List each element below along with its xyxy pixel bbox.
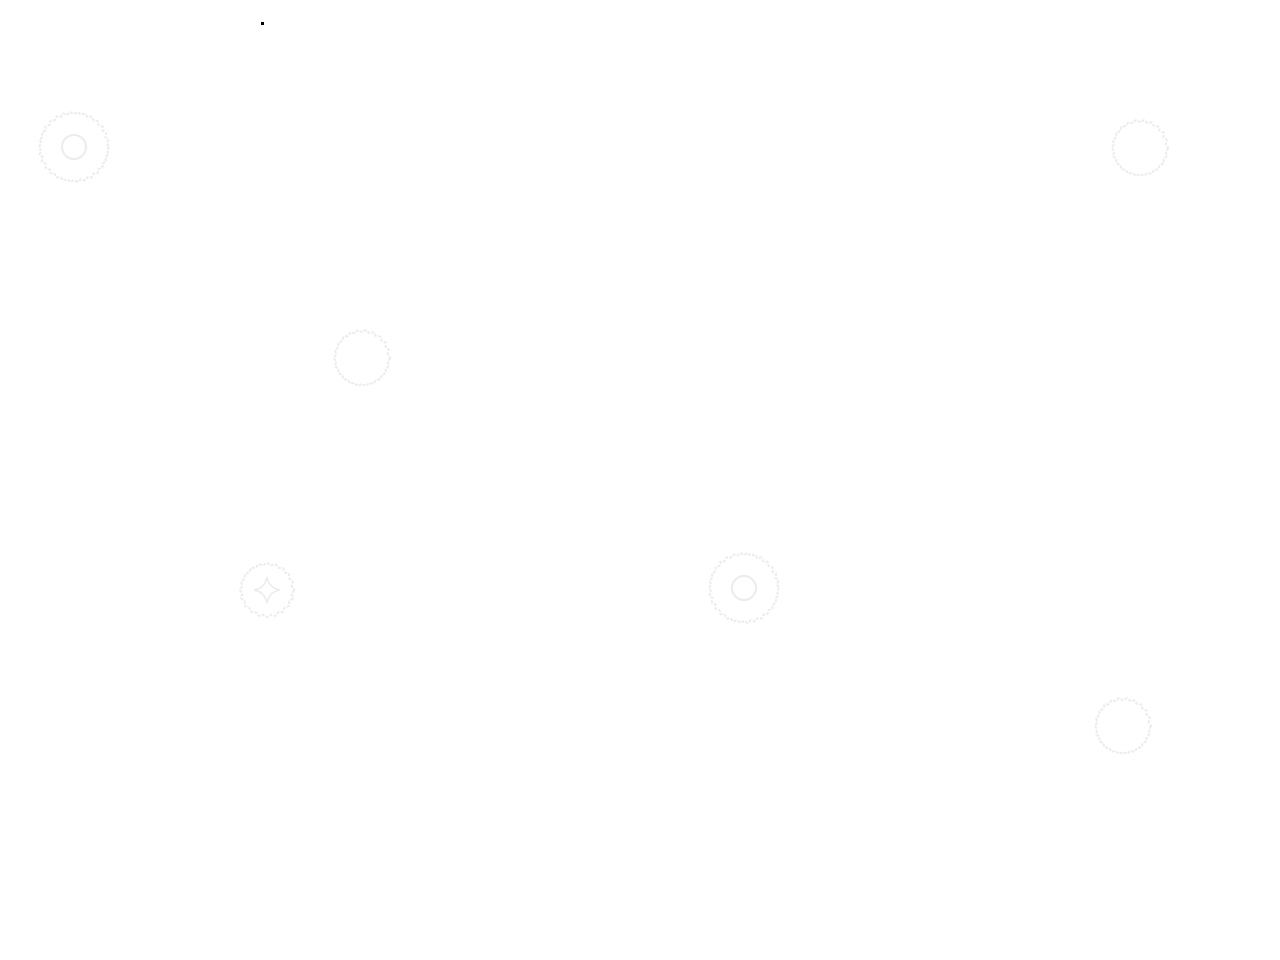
desktop-background [0, 0, 1280, 960]
gear-ring-b [707, 551, 781, 625]
gear-teeth [37, 110, 111, 184]
gear-teeth [1110, 118, 1170, 178]
gear-icon [238, 561, 296, 619]
gear-hub [731, 575, 757, 601]
gear-teeth [1093, 696, 1153, 756]
gear-icon [332, 328, 392, 388]
gear-star [238, 561, 296, 619]
mouse-pointer-icon [261, 22, 264, 25]
gear-icon [1110, 118, 1170, 178]
gear-star-hub [253, 576, 281, 604]
gear-teeth [238, 561, 296, 619]
gear-teeth [332, 328, 392, 388]
gear-icon [706, 551, 782, 625]
gear-hub [61, 134, 87, 160]
gear-plain-b [332, 328, 392, 388]
gear-ring-a [37, 110, 111, 184]
gear-icon [36, 108, 112, 186]
gear-icon [1093, 696, 1153, 756]
gear-teeth [707, 551, 781, 625]
gear-plain-c [1093, 696, 1153, 756]
gear-plain-a [1110, 118, 1170, 178]
